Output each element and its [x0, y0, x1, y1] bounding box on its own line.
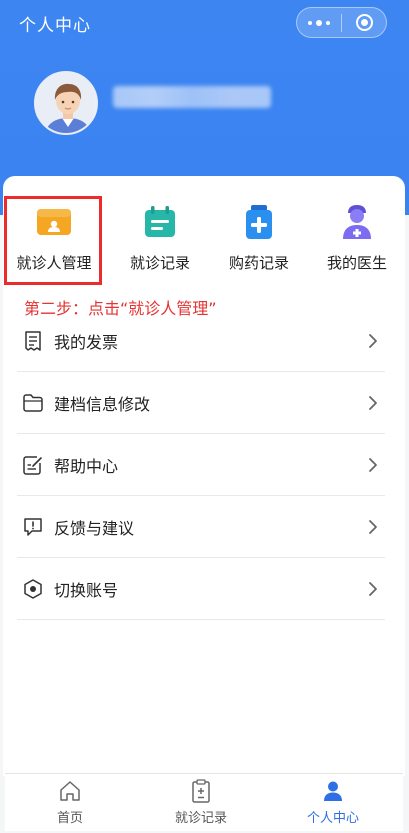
menu-item-label: 切换账号	[54, 580, 119, 600]
menu-item-invoices[interactable]: 我的发票	[17, 310, 385, 372]
page-title: 个人中心	[19, 16, 91, 36]
medicine-bottle-icon	[239, 202, 279, 242]
user-name-blurred	[113, 86, 271, 108]
chevron-right-icon	[369, 581, 377, 596]
menu-item-feedback[interactable]: 反馈与建议	[17, 496, 385, 558]
clipboard-icon	[188, 779, 214, 803]
folder-icon	[22, 392, 44, 414]
menu-item-help-center[interactable]: 帮助中心	[17, 434, 385, 496]
tab-home[interactable]: 首页	[15, 774, 125, 832]
chevron-right-icon	[369, 519, 377, 534]
tab-label: 首页	[56, 811, 83, 826]
more-dots-icon[interactable]	[297, 8, 341, 37]
quick-action-visit-records[interactable]: 就诊记录	[110, 202, 210, 282]
quick-action-my-doctor[interactable]: 我的医生	[307, 202, 407, 282]
menu-item-label: 反馈与建议	[54, 518, 135, 538]
tab-personal-center[interactable]: 个人中心	[278, 774, 388, 832]
quick-action-label: 我的医生	[326, 254, 387, 272]
highlight-annotation-box	[4, 196, 102, 285]
chevron-right-icon	[369, 333, 377, 348]
doctor-icon	[337, 202, 377, 242]
quick-action-label: 就诊记录	[129, 254, 190, 272]
person-icon	[320, 779, 346, 803]
calendar-record-icon	[140, 202, 180, 242]
tab-visit-records[interactable]: 就诊记录	[146, 774, 256, 832]
quick-action-medicine-records[interactable]: 购药记录	[209, 202, 309, 282]
chevron-right-icon	[369, 457, 377, 472]
tab-label: 个人中心	[306, 811, 359, 826]
avatar[interactable]	[34, 71, 98, 135]
menu-item-switch-account[interactable]: 切换账号	[17, 558, 385, 620]
feedback-icon	[22, 516, 44, 538]
tab-label: 就诊记录	[174, 811, 227, 826]
menu-item-label: 帮助中心	[54, 456, 119, 476]
invoice-icon	[22, 330, 44, 352]
home-icon	[57, 779, 83, 803]
menu-item-label: 建档信息修改	[54, 394, 151, 414]
circle-close-icon[interactable]	[342, 8, 386, 37]
mini-program-capsule	[296, 7, 387, 38]
menu-item-profile-edit[interactable]: 建档信息修改	[17, 372, 385, 434]
bottom-tab-bar: 首页 就诊记录 个人中心	[5, 773, 403, 831]
edit-note-icon	[22, 454, 44, 476]
quick-action-label: 购药记录	[228, 254, 289, 272]
chevron-right-icon	[369, 395, 377, 410]
hexagon-switch-icon	[22, 578, 44, 600]
menu-item-label: 我的发票	[54, 332, 119, 352]
